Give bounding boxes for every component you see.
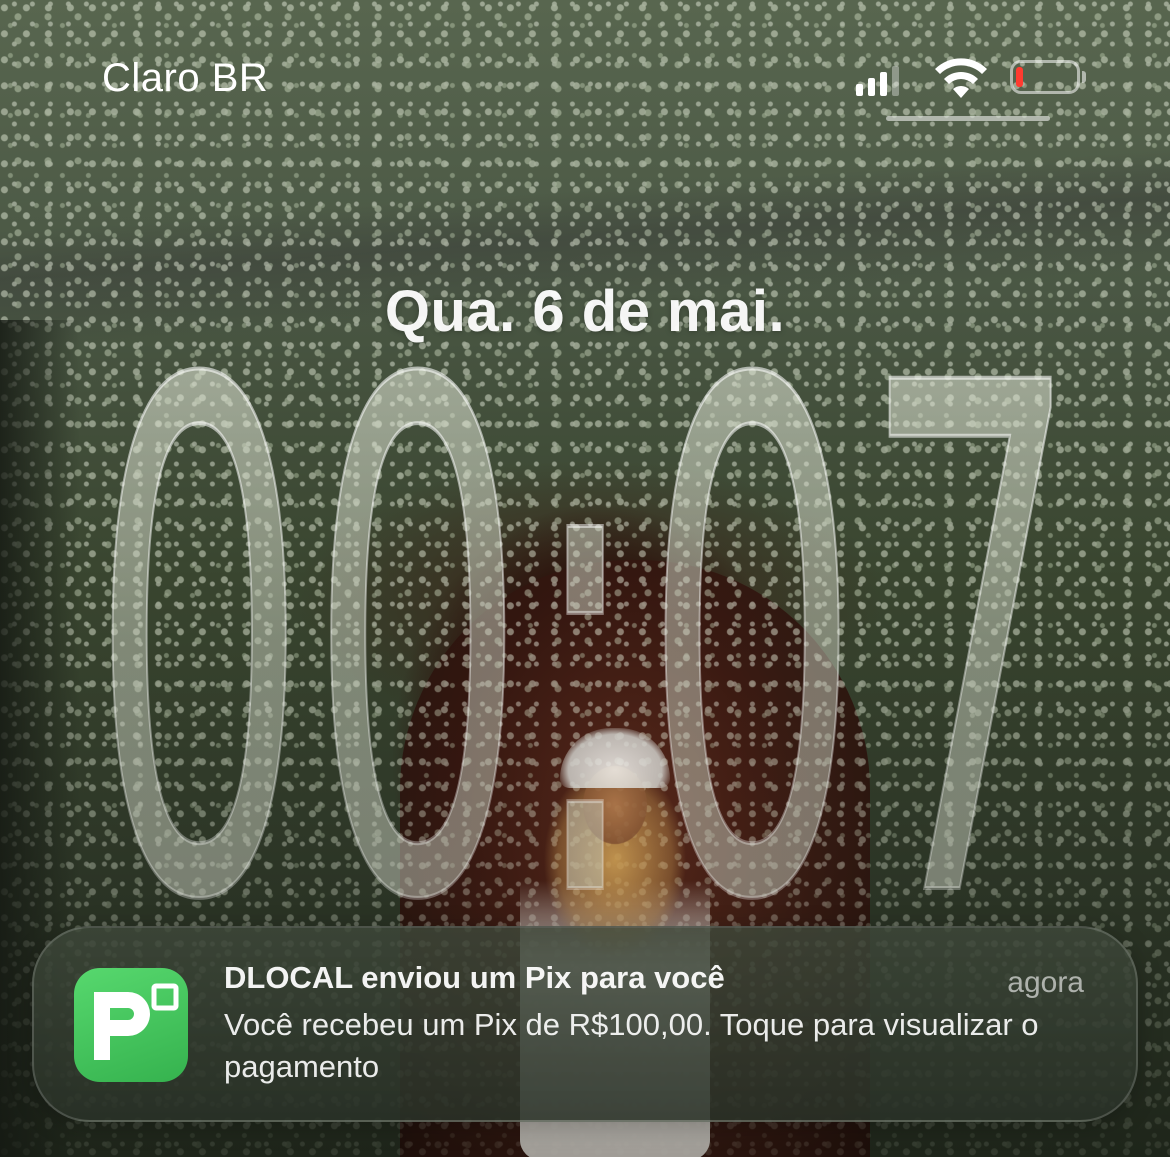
notification-body: Você recebeu um Pix de R$100,00. Toque p…	[224, 1007, 1039, 1084]
cellular-signal-icon	[856, 66, 900, 96]
notification-card[interactable]: DLOCAL enviou um Pix para você agora Voc…	[32, 926, 1138, 1122]
pix-app-icon	[74, 968, 188, 1082]
wifi-icon	[935, 58, 987, 98]
status-bar[interactable]: Claro BR	[0, 0, 1170, 140]
lock-screen-date: Qua. 6 de mai.	[384, 279, 786, 344]
carrier-label: Claro BR	[102, 56, 269, 100]
battery-icon	[1010, 60, 1086, 96]
clock-time: 00:07	[90, 340, 1080, 940]
battery-level-fill	[1016, 67, 1023, 87]
notification-title: DLOCAL enviou um Pix para você	[224, 960, 725, 995]
control-center-handle[interactable]	[886, 116, 1050, 121]
pix-logo-icon	[94, 983, 179, 1060]
notification-time: agora	[1007, 966, 1084, 999]
lock-screen: Claro BR Qua. 6 de mai. 00:07 DLOCAL env…	[0, 0, 1170, 1157]
lock-screen-clock: 00:07	[88, 340, 1082, 940]
